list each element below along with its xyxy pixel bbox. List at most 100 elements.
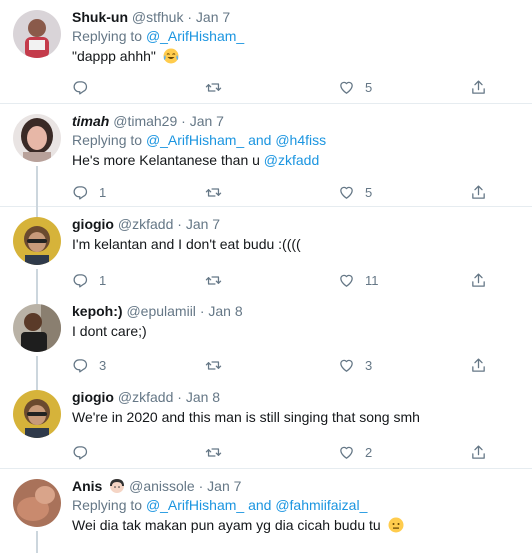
tweet-body: Wei dia tak makan pun ayam yg dia cicah … <box>72 517 385 533</box>
reply-button[interactable]: 1 <box>72 270 106 290</box>
avatar[interactable] <box>13 304 61 352</box>
avatar[interactable] <box>13 390 61 438</box>
replying-and: and <box>244 497 276 513</box>
reply-count: 1 <box>99 184 107 200</box>
share-icon <box>472 357 485 372</box>
replying-to: Replying to @_ArifHisham_ and @h4fiss <box>72 131 522 149</box>
mention-link[interactable]: @_ArifHisham_ <box>146 28 244 44</box>
like-count: 5 <box>365 79 373 95</box>
tweet-body: I dont care;) <box>72 323 147 339</box>
username[interactable]: @zkfadd <box>118 389 173 405</box>
reply-icon <box>73 273 88 288</box>
like-button[interactable]: 5 <box>338 182 372 202</box>
tweet[interactable]: kepoh:) @epulamiil · Jan 8 I dont care;)… <box>0 294 532 380</box>
username[interactable]: @timah29 <box>113 113 177 129</box>
share-icon <box>472 184 485 199</box>
timestamp[interactable]: Jan 7 <box>190 113 224 129</box>
tweet-header: Anis @anissole · Jan 7 <box>72 477 522 495</box>
display-name[interactable]: giogio <box>72 389 114 405</box>
thread-line <box>36 269 38 294</box>
reply-button[interactable]: 3 <box>72 355 106 375</box>
reply-icon <box>73 185 88 200</box>
like-icon <box>340 81 353 94</box>
mention-link[interactable]: @zkfadd <box>264 152 319 168</box>
username[interactable]: @stfhuk <box>132 9 184 25</box>
replying-prefix: Replying to <box>72 28 146 44</box>
retweet-button[interactable] <box>205 182 222 202</box>
tweet-actions: 3 3 <box>72 355 492 375</box>
reply-icon <box>73 358 88 373</box>
avatar[interactable] <box>13 479 61 527</box>
tweet-body: "dappp ahhh" <box>72 48 156 64</box>
reply-icon <box>73 80 88 95</box>
display-name[interactable]: giogio <box>72 216 114 232</box>
share-icon <box>472 444 485 459</box>
like-count: 5 <box>365 184 373 200</box>
retweet-icon <box>205 360 222 370</box>
mention-link[interactable]: @fahmiifaizal_ <box>275 497 367 513</box>
username[interactable]: @anissole <box>129 478 195 494</box>
share-button[interactable] <box>470 182 487 202</box>
replying-to: Replying to @_ArifHisham_ <box>72 27 522 45</box>
thread-line <box>36 531 38 553</box>
timestamp[interactable]: Jan 8 <box>208 303 242 319</box>
tweet-body: I'm kelantan and I don't eat budu :(((( <box>72 236 301 252</box>
retweet-button[interactable] <box>205 442 222 462</box>
mention-link[interactable]: @h4fiss <box>275 132 326 148</box>
separator-dot: · <box>199 303 205 319</box>
like-button[interactable]: 5 <box>338 77 372 97</box>
retweet-button[interactable] <box>205 77 222 97</box>
tweet-header: timah @timah29 · Jan 7 <box>72 112 522 130</box>
like-count: 11 <box>365 272 379 288</box>
reply-button[interactable]: 1 <box>72 182 106 202</box>
retweet-button[interactable] <box>205 270 222 290</box>
like-icon <box>340 186 353 199</box>
share-button[interactable] <box>470 270 487 290</box>
username[interactable]: @zkfadd <box>118 216 173 232</box>
retweet-icon <box>205 187 222 197</box>
like-button[interactable]: 3 <box>338 355 372 375</box>
avatar[interactable] <box>13 10 61 58</box>
tweet[interactable]: Shuk-un @stfhuk · Jan 7 Replying to @_Ar… <box>0 0 532 104</box>
avatar[interactable] <box>13 217 61 265</box>
timestamp[interactable]: Jan 7 <box>207 478 241 494</box>
tweet[interactable]: giogio @zkfadd · Jan 8 We're in 2020 and… <box>0 380 532 469</box>
timestamp[interactable]: Jan 7 <box>186 216 220 232</box>
mention-link[interactable]: @_ArifHisham_ <box>146 132 244 148</box>
share-button[interactable] <box>470 442 487 462</box>
display-name[interactable]: Anis <box>72 478 102 494</box>
username[interactable]: @epulamiil <box>126 303 195 319</box>
tweet-text: We're in 2020 and this man is still sing… <box>72 408 522 426</box>
tweet[interactable]: giogio @zkfadd · Jan 7 I'm kelantan and … <box>0 207 532 294</box>
timestamp[interactable]: Jan 7 <box>196 9 230 25</box>
tweet-body: We're in 2020 and this man is still sing… <box>72 409 420 425</box>
tweet-actions: 1 11 <box>72 270 492 290</box>
tweet[interactable]: Anis @anissole · Jan 7 Replying to @_Ari… <box>0 469 532 553</box>
display-name[interactable]: Shuk-un <box>72 9 128 25</box>
tears-of-joy-emoji <box>163 48 179 64</box>
tweet-text: Wei dia tak makan pun ayam yg dia cicah … <box>72 516 522 534</box>
display-name[interactable]: timah <box>72 113 109 129</box>
display-name[interactable]: kepoh:) <box>72 303 123 319</box>
retweet-icon <box>205 275 222 285</box>
separator-dot: · <box>177 389 182 405</box>
mention-link[interactable]: @_ArifHisham_ <box>146 497 244 513</box>
tweet[interactable]: timah @timah29 · Jan 7 Replying to @_Ari… <box>0 104 532 207</box>
share-button[interactable] <box>470 77 487 97</box>
like-count: 2 <box>365 444 373 460</box>
thread-line <box>36 380 38 390</box>
share-button[interactable] <box>470 355 487 375</box>
like-icon <box>340 274 353 287</box>
thread-line <box>36 356 38 380</box>
timestamp[interactable]: Jan 8 <box>186 389 220 405</box>
reply-count: 3 <box>99 357 107 373</box>
tweet-actions: 2 <box>72 442 492 462</box>
share-icon <box>472 272 485 287</box>
reply-button[interactable] <box>72 442 99 462</box>
like-button[interactable]: 11 <box>338 270 379 290</box>
thread-line <box>36 166 38 207</box>
reply-button[interactable] <box>72 77 99 97</box>
avatar[interactable] <box>13 114 61 162</box>
retweet-button[interactable] <box>205 355 222 375</box>
like-button[interactable]: 2 <box>338 442 372 462</box>
